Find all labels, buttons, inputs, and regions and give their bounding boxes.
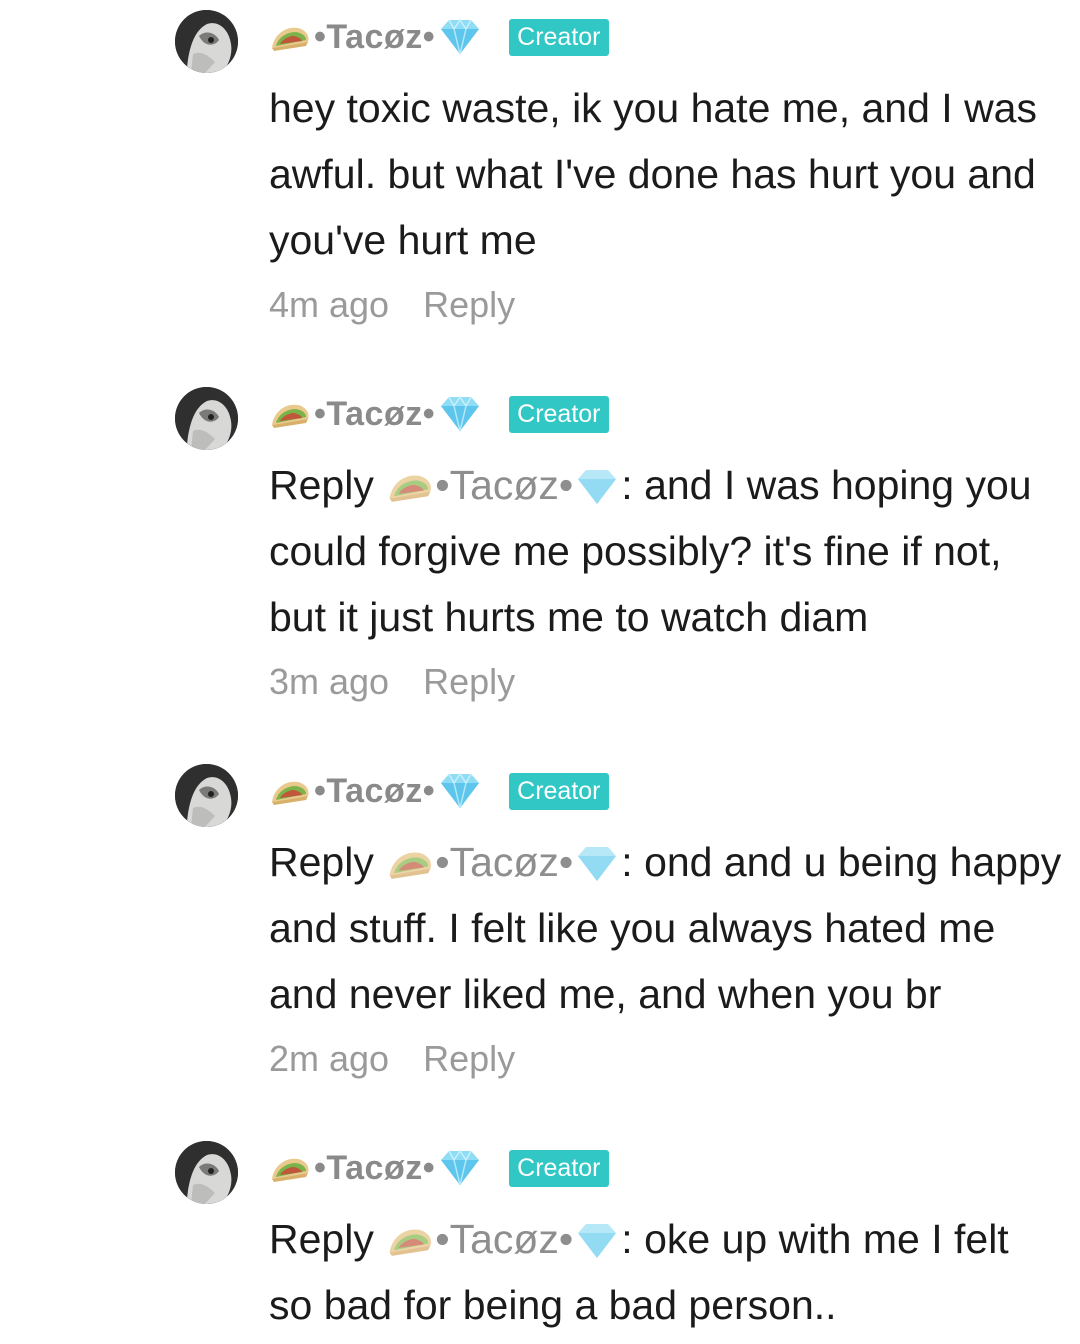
username[interactable]: •Tacøz• bbox=[314, 1149, 435, 1188]
taco-emoji-icon bbox=[268, 1153, 312, 1183]
username[interactable]: •Tacøz• bbox=[314, 772, 435, 811]
username[interactable]: •Tacøz• bbox=[314, 18, 435, 57]
creator-badge: Creator bbox=[509, 18, 609, 56]
timestamp: 3m ago bbox=[269, 661, 390, 702]
reply-to-username[interactable]: •Tacøz• bbox=[435, 839, 573, 885]
timestamp: 4m ago bbox=[269, 284, 390, 325]
comment-line: : and I was hoping you bbox=[621, 462, 1032, 508]
username[interactable]: •Tacøz• bbox=[314, 395, 435, 434]
gem-emoji-icon bbox=[437, 1148, 483, 1188]
comment-header: •Tacøz• Creator bbox=[268, 389, 609, 439]
comment-meta: 3m ago Reply bbox=[269, 661, 515, 703]
creator-badge: Creator bbox=[509, 772, 609, 810]
creator-badge: Creator bbox=[509, 395, 609, 433]
timestamp: 2m ago bbox=[269, 1038, 390, 1079]
comment-line: : ond and u being happy bbox=[621, 839, 1062, 885]
comment-meta: 4m ago Reply bbox=[269, 284, 515, 326]
taco-emoji-icon bbox=[268, 776, 312, 806]
comment-header: •Tacøz• Creator bbox=[268, 1143, 609, 1193]
comment-meta: 2m ago Reply bbox=[269, 1038, 515, 1080]
taco-emoji-icon bbox=[385, 1223, 435, 1257]
reply-to-username[interactable]: •Tacøz• bbox=[435, 1216, 573, 1262]
reply-prefix: Reply bbox=[269, 462, 374, 508]
comment-text: Reply •Tacøz• : ond and u being happy and… bbox=[269, 829, 1061, 1027]
reply-prefix: Reply bbox=[269, 839, 374, 885]
comment-line: : oke up with me I felt bbox=[621, 1216, 1009, 1262]
reply-button[interactable]: Reply bbox=[423, 284, 515, 325]
comment-line: could forgive me possibly? it's fine if … bbox=[269, 528, 1002, 574]
gem-emoji-icon bbox=[573, 467, 621, 507]
comment-line: Reply •Tacøz• : ond and u being happy bbox=[269, 829, 1061, 895]
comment-thread: •Tacøz• Creator hey toxic waste, ik you … bbox=[0, 0, 1080, 1344]
gem-emoji-icon bbox=[437, 394, 483, 434]
comment-line: but it just hurts me to watch diam bbox=[269, 594, 869, 640]
reply-prefix: Reply bbox=[269, 1216, 374, 1262]
reply-button[interactable]: Reply bbox=[423, 661, 515, 702]
taco-emoji-icon bbox=[385, 846, 435, 880]
comment-line: Reply •Tacøz• : oke up with me I felt bbox=[269, 1206, 1009, 1272]
taco-emoji-icon bbox=[385, 469, 435, 503]
comment-header: •Tacøz• Creator bbox=[268, 766, 609, 816]
avatar[interactable] bbox=[175, 764, 238, 827]
creator-badge: Creator bbox=[509, 1149, 609, 1187]
comment-line: Reply •Tacøz• : and I was hoping you bbox=[269, 452, 1032, 518]
comment-text: Reply •Tacøz• : and I was hoping you coul… bbox=[269, 452, 1032, 650]
avatar[interactable] bbox=[175, 387, 238, 450]
comment-line: you've hurt me bbox=[269, 217, 537, 263]
avatar[interactable] bbox=[175, 10, 238, 73]
gem-emoji-icon bbox=[573, 1221, 621, 1261]
comment-header: •Tacøz• Creator bbox=[268, 12, 609, 62]
comment-line: and stuff. I felt like you always hated … bbox=[269, 905, 996, 951]
comment-line: hey toxic waste, ik you hate me, and I w… bbox=[269, 85, 1037, 131]
comment-text: hey toxic waste, ik you hate me, and I w… bbox=[269, 75, 1037, 273]
comment-text: Reply •Tacøz• : oke up with me I felt so … bbox=[269, 1206, 1009, 1338]
reply-button[interactable]: Reply bbox=[423, 1038, 515, 1079]
taco-emoji-icon bbox=[268, 399, 312, 429]
gem-emoji-icon bbox=[573, 844, 621, 884]
comment-line: so bad for being a bad person.. bbox=[269, 1282, 837, 1328]
avatar[interactable] bbox=[175, 1141, 238, 1204]
gem-emoji-icon bbox=[437, 771, 483, 811]
comment-line: awful. but what I've done has hurt you a… bbox=[269, 151, 1036, 197]
taco-emoji-icon bbox=[268, 22, 312, 52]
reply-to-username[interactable]: •Tacøz• bbox=[435, 462, 573, 508]
gem-emoji-icon bbox=[437, 17, 483, 57]
comment-line: and never liked me, and when you br bbox=[269, 971, 942, 1017]
